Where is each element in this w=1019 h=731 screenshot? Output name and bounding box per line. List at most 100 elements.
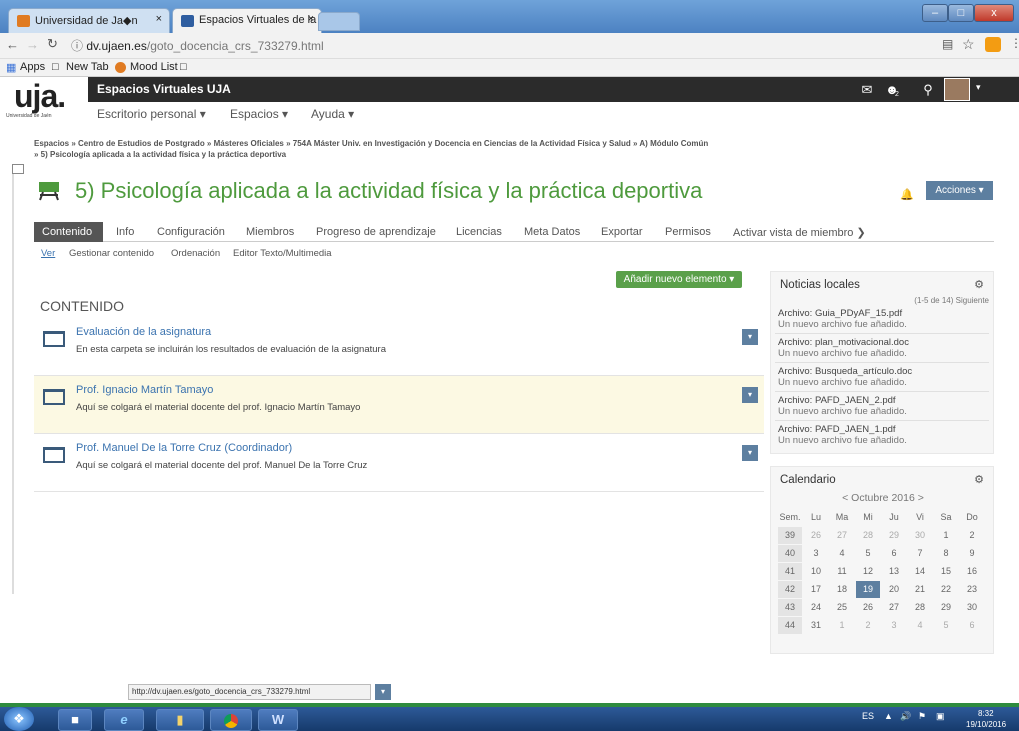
calendar-day[interactable]: 2 [856,617,880,634]
subtab-gestionar[interactable]: Gestionar contenido [69,248,154,259]
calendar-day[interactable]: 7 [908,545,932,562]
tab-configuracion[interactable]: Configuración [157,226,225,238]
tray-up-icon[interactable]: ▲ [884,711,893,721]
sidebar-toggle-icon[interactable] [12,164,24,174]
calendar-day[interactable]: 25 [830,599,854,616]
back-icon[interactable]: ← [6,37,19,52]
calendar-day[interactable]: 21 [908,581,932,598]
news-item[interactable]: Archivo: Guia_PDyAF_15.pdf Un nuevo arch… [778,308,907,330]
users-icon[interactable]: ☻ [880,77,904,102]
tab-universidad[interactable]: Universidad de Ja◆n × [8,8,170,33]
gear-icon[interactable]: ⚙ [974,278,984,291]
calendar-day[interactable]: 28 [908,599,932,616]
calendar-day[interactable]: 4 [908,617,932,634]
news-file[interactable]: Archivo: Guia_PDyAF_15.pdf [778,308,907,319]
calendar-day[interactable]: 26 [804,527,828,544]
tab-permisos[interactable]: Permisos [665,226,711,238]
item-dropdown-button[interactable]: ▾ [742,445,758,461]
calendar-day[interactable]: 13 [882,563,906,580]
calendar-day[interactable]: 20 [882,581,906,598]
item-title[interactable]: Evaluación de la asignatura [76,326,211,338]
tab-meta-datos[interactable]: Meta Datos [524,226,580,238]
calendar-day[interactable]: 5 [856,545,880,562]
calendar-day[interactable]: 3 [882,617,906,634]
calendar-day[interactable]: 29 [882,527,906,544]
calendar-day[interactable]: 14 [908,563,932,580]
bookmark-mood-list[interactable]: Mood List [130,61,178,73]
search-icon[interactable]: ⚲ [916,77,940,102]
calendar-day[interactable]: 23 [960,581,984,598]
volume-icon[interactable]: 🔊 [900,711,911,722]
calendar-day[interactable]: 24 [804,599,828,616]
tab-progreso[interactable]: Progreso de aprendizaje [316,226,436,238]
calendar-day[interactable]: 4 [830,545,854,562]
extension-icon[interactable] [985,37,1001,52]
news-item[interactable]: Archivo: plan_motivacional.doc Un nuevo … [778,337,909,359]
calendar-day[interactable]: 3 [804,545,828,562]
page-icon[interactable]: □ [180,61,187,73]
calendar-month-nav[interactable]: < Octubre 2016 > [771,492,995,504]
calendar-day[interactable]: 1 [934,527,958,544]
news-item[interactable]: Archivo: Busqueda_artículo.doc Un nuevo … [778,366,912,388]
tab-contenido[interactable]: Contenido [42,226,92,238]
item-title[interactable]: Prof. Manuel De la Torre Cruz (Coordinad… [76,442,292,454]
news-item[interactable]: Archivo: PAFD_JAEN_2.pdf Un nuevo archiv… [778,395,907,417]
clock-time[interactable]: 8:32 [978,709,994,718]
chrome-icon[interactable] [210,709,252,731]
star-icon[interactable]: ☆ [962,36,975,53]
subtab-editor[interactable]: Editor Texto/Multimedia [233,248,332,259]
menu-icon[interactable]: ⋮ [1010,36,1019,50]
calendar-day[interactable]: 16 [960,563,984,580]
calendar-day[interactable]: 1 [830,617,854,634]
add-element-button[interactable]: Añadir nuevo elemento ▾ [616,271,742,288]
calendar-day[interactable]: 27 [830,527,854,544]
tab-exportar[interactable]: Exportar [601,226,643,238]
menu-ayuda[interactable]: Ayuda ▾ [311,107,354,121]
ie-icon[interactable]: e [104,709,144,731]
network-icon[interactable]: ▣ [936,711,945,722]
calendar-day[interactable]: 26 [856,599,880,616]
calendar-day[interactable]: 19 [856,581,880,598]
news-file[interactable]: Archivo: PAFD_JAEN_2.pdf [778,395,907,406]
list-item[interactable]: Prof. Ignacio Martín Tamayo Aquí se colg… [34,376,764,434]
close-tab-icon[interactable]: × [156,13,162,25]
bookmark-apps[interactable]: Apps [20,61,45,73]
calendar-day[interactable]: 31 [804,617,828,634]
close-window-button[interactable]: x [974,4,1014,22]
calendar-day[interactable]: 18 [830,581,854,598]
item-title[interactable]: Prof. Ignacio Martín Tamayo [76,384,213,396]
calendar-day[interactable]: 11 [830,563,854,580]
maximize-button[interactable]: □ [948,4,974,22]
breadcrumb-line-1[interactable]: Espacios » Centro de Estudios de Postgra… [34,138,1014,149]
mail-icon[interactable]: ✉ [855,77,879,102]
calendar-day[interactable]: 30 [908,527,932,544]
avatar-chevron-down-icon[interactable]: ▾ [976,82,981,93]
uja-logo[interactable]: uja. [14,80,66,112]
gear-icon[interactable]: ⚙ [974,473,984,486]
close-tab-icon[interactable]: × [308,13,314,25]
clock-date[interactable]: 19/10/2016 [966,720,1006,729]
calendar-day[interactable]: 9 [960,545,984,562]
list-item[interactable]: Evaluación de la asignatura En esta carp… [34,318,764,376]
url-input[interactable]: ⓘ dv.ujaen.es/goto_docencia_crs_733279.h… [70,35,990,56]
calendar-day[interactable]: 6 [882,545,906,562]
tab-info[interactable]: Info [116,226,134,238]
calendar-day[interactable]: 6 [960,617,984,634]
calendar-day[interactable]: 15 [934,563,958,580]
flag-icon[interactable]: ⚑ [918,711,926,722]
tab-activar-vista[interactable]: Activar vista de miembro ❯ [733,226,866,239]
translate-icon[interactable]: ▤ [942,37,953,51]
chevron-down-icon[interactable]: ▾ [375,684,391,700]
tab-miembros[interactable]: Miembros [246,226,294,238]
language-indicator[interactable]: ES [862,711,874,721]
calendar-day[interactable]: 22 [934,581,958,598]
word-icon[interactable]: W [258,709,298,731]
folder-icon[interactable]: ▮ [156,709,204,731]
avatar[interactable] [944,78,970,101]
news-pager[interactable]: (1-5 de 14) Siguiente [914,296,989,305]
bookmark-new-tab[interactable]: New Tab [66,61,109,73]
news-file[interactable]: Archivo: Busqueda_artículo.doc [778,366,912,377]
calendar-day[interactable]: 27 [882,599,906,616]
list-item[interactable]: Prof. Manuel De la Torre Cruz (Coordinad… [34,434,764,492]
news-file[interactable]: Archivo: plan_motivacional.doc [778,337,909,348]
